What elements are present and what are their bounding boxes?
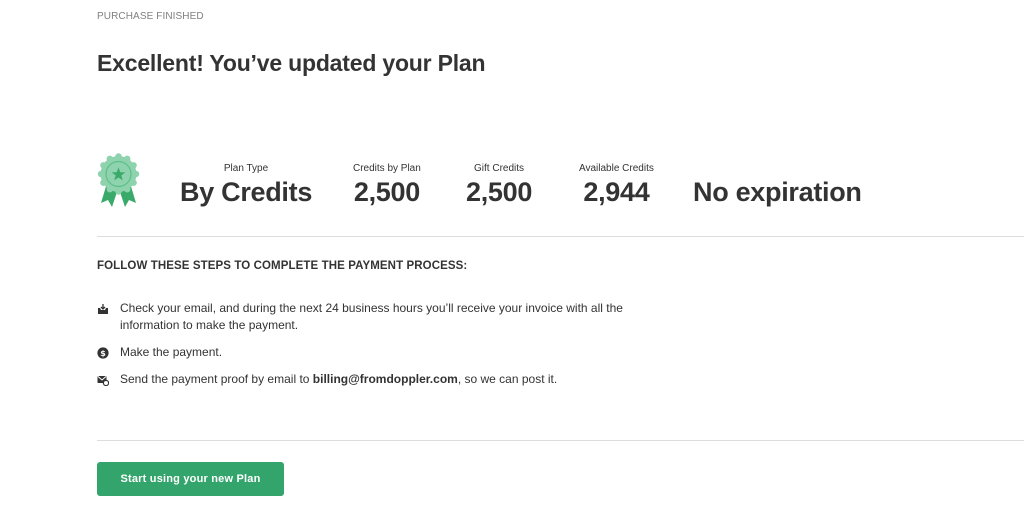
- plan-summary: Plan Type By Credits Credits by Plan 2,5…: [97, 150, 997, 212]
- step-text: Check your email, and during the next 24…: [120, 301, 623, 332]
- divider: [97, 440, 1024, 441]
- credits-by-plan-label: Credits by Plan: [353, 163, 421, 174]
- plan-type-label: Plan Type: [223, 163, 269, 174]
- award-ribbon-icon: [97, 153, 140, 207]
- available-credits-label: Available Credits: [579, 163, 654, 174]
- breadcrumb: PURCHASE FINISHED: [97, 11, 204, 22]
- expiration-label: [693, 162, 862, 176]
- inbox-mail-icon: [98, 304, 108, 314]
- start-using-plan-button[interactable]: Start using your new Plan: [97, 462, 284, 496]
- billing-email: billing@fromdoppler.com: [312, 372, 458, 386]
- step-text-after: , so we can post it.: [457, 372, 558, 386]
- steps-heading: FOLLOW THESE STEPS TO COMPLETE THE PAYME…: [97, 260, 468, 272]
- step-text: Make the payment.: [120, 345, 223, 359]
- step-make-payment: $ Make the payment.: [97, 344, 677, 361]
- step-check-email: Check your email, and during the next 24…: [97, 300, 677, 334]
- mail-send-icon: [97, 376, 109, 386]
- step-text-before: Send the payment proof by email to: [120, 372, 313, 386]
- dollar-coin-icon: $: [97, 347, 109, 359]
- svg-text:$: $: [100, 349, 106, 358]
- credits-by-plan-value: 2,500: [353, 177, 420, 207]
- plan-type-stat: Plan Type By Credits: [180, 162, 312, 208]
- step-send-proof: Send the payment proof by email to billi…: [97, 371, 677, 388]
- gift-credits-label: Gift Credits: [474, 163, 525, 174]
- credits-by-plan-stat: Credits by Plan 2,500: [353, 162, 421, 208]
- divider: [97, 236, 1024, 237]
- plan-type-value: By Credits: [180, 177, 313, 207]
- gift-credits-stat: Gift Credits 2,500: [466, 162, 532, 208]
- expiration-stat: No expiration: [693, 162, 862, 208]
- payment-steps-list: Check your email, and during the next 24…: [97, 300, 677, 398]
- page-title: Excellent! You’ve updated your Plan: [97, 50, 486, 76]
- expiration-value: No expiration: [693, 177, 862, 207]
- available-credits-value: 2,944: [583, 177, 650, 207]
- gift-credits-value: 2,500: [466, 177, 533, 207]
- purchase-finished-page: PURCHASE FINISHED Excellent! You’ve upda…: [0, 0, 1024, 529]
- available-credits-stat: Available Credits 2,944: [579, 162, 654, 208]
